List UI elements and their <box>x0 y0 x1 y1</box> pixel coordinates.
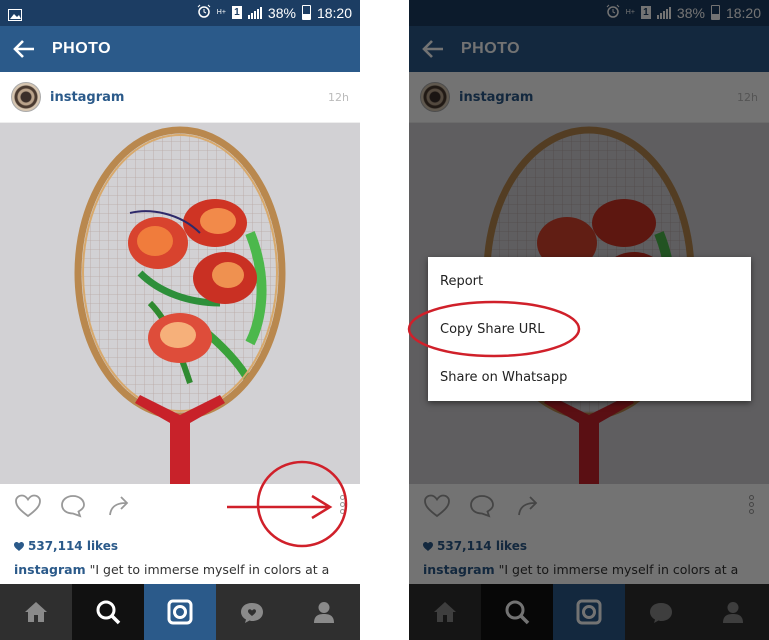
battery-icon <box>301 5 311 20</box>
search-icon <box>96 600 121 625</box>
share-button[interactable] <box>107 494 131 522</box>
likes-count[interactable]: 537,114 likes <box>14 539 118 553</box>
post-photo[interactable] <box>0 123 360 484</box>
menu-item-report[interactable]: Report <box>428 257 751 305</box>
page-title: PHOTO <box>52 40 112 57</box>
caption-text: "I get to immerse myself in colors at a <box>89 562 330 577</box>
post-caption: instagram "I get to immerse myself in co… <box>14 562 329 577</box>
screen-photo-menu: H+ 1 38% 18:20 PHOTO instagram 12h <box>409 0 769 640</box>
post-actions <box>0 484 360 532</box>
nav-home[interactable] <box>0 584 72 640</box>
gallery-notification-icon <box>8 6 22 25</box>
camera-icon <box>167 599 193 625</box>
back-button[interactable] <box>0 26 48 72</box>
heart-icon <box>15 494 41 518</box>
sim-icon: 1 <box>231 6 242 19</box>
screen-photo: H+ 1 38% 18:20 PHOTO instagram 12h 537,1… <box>0 0 360 640</box>
profile-icon <box>314 602 334 623</box>
network-type-icon: H+ <box>216 9 226 16</box>
small-heart-icon <box>14 541 24 551</box>
like-button[interactable] <box>14 494 42 522</box>
bottom-nav <box>0 584 360 640</box>
avatar[interactable] <box>11 82 41 112</box>
nav-profile[interactable] <box>288 584 360 640</box>
options-menu: Report Copy Share URL Share on Whatsapp <box>428 257 751 401</box>
clock: 18:20 <box>316 4 352 21</box>
post-username[interactable]: instagram <box>50 90 124 105</box>
share-arrow-icon <box>109 496 129 516</box>
nav-search[interactable] <box>72 584 144 640</box>
app-bar: PHOTO <box>0 26 360 72</box>
alarm-icon <box>197 4 211 21</box>
comment-bubble-icon <box>61 495 85 518</box>
menu-item-copy-share-url[interactable]: Copy Share URL <box>428 305 751 353</box>
post-header: instagram 12h <box>0 72 360 123</box>
caption-username[interactable]: instagram <box>14 562 86 577</box>
menu-item-share-whatsapp[interactable]: Share on Whatsapp <box>428 353 751 401</box>
vertical-ellipsis-icon <box>338 495 346 514</box>
more-options-button[interactable] <box>338 493 346 521</box>
post-time: 12h <box>328 91 349 104</box>
status-bar: H+ 1 38% 18:20 <box>0 0 360 26</box>
activity-heart-icon <box>241 603 263 623</box>
arrow-left-icon <box>13 40 34 58</box>
signal-icon <box>247 6 262 19</box>
nav-activity[interactable] <box>216 584 288 640</box>
battery-percent: 38% <box>267 4 296 21</box>
nav-camera[interactable] <box>144 584 216 640</box>
comment-button[interactable] <box>60 494 86 522</box>
likes-label: 537,114 likes <box>28 539 118 553</box>
home-icon <box>25 602 47 622</box>
